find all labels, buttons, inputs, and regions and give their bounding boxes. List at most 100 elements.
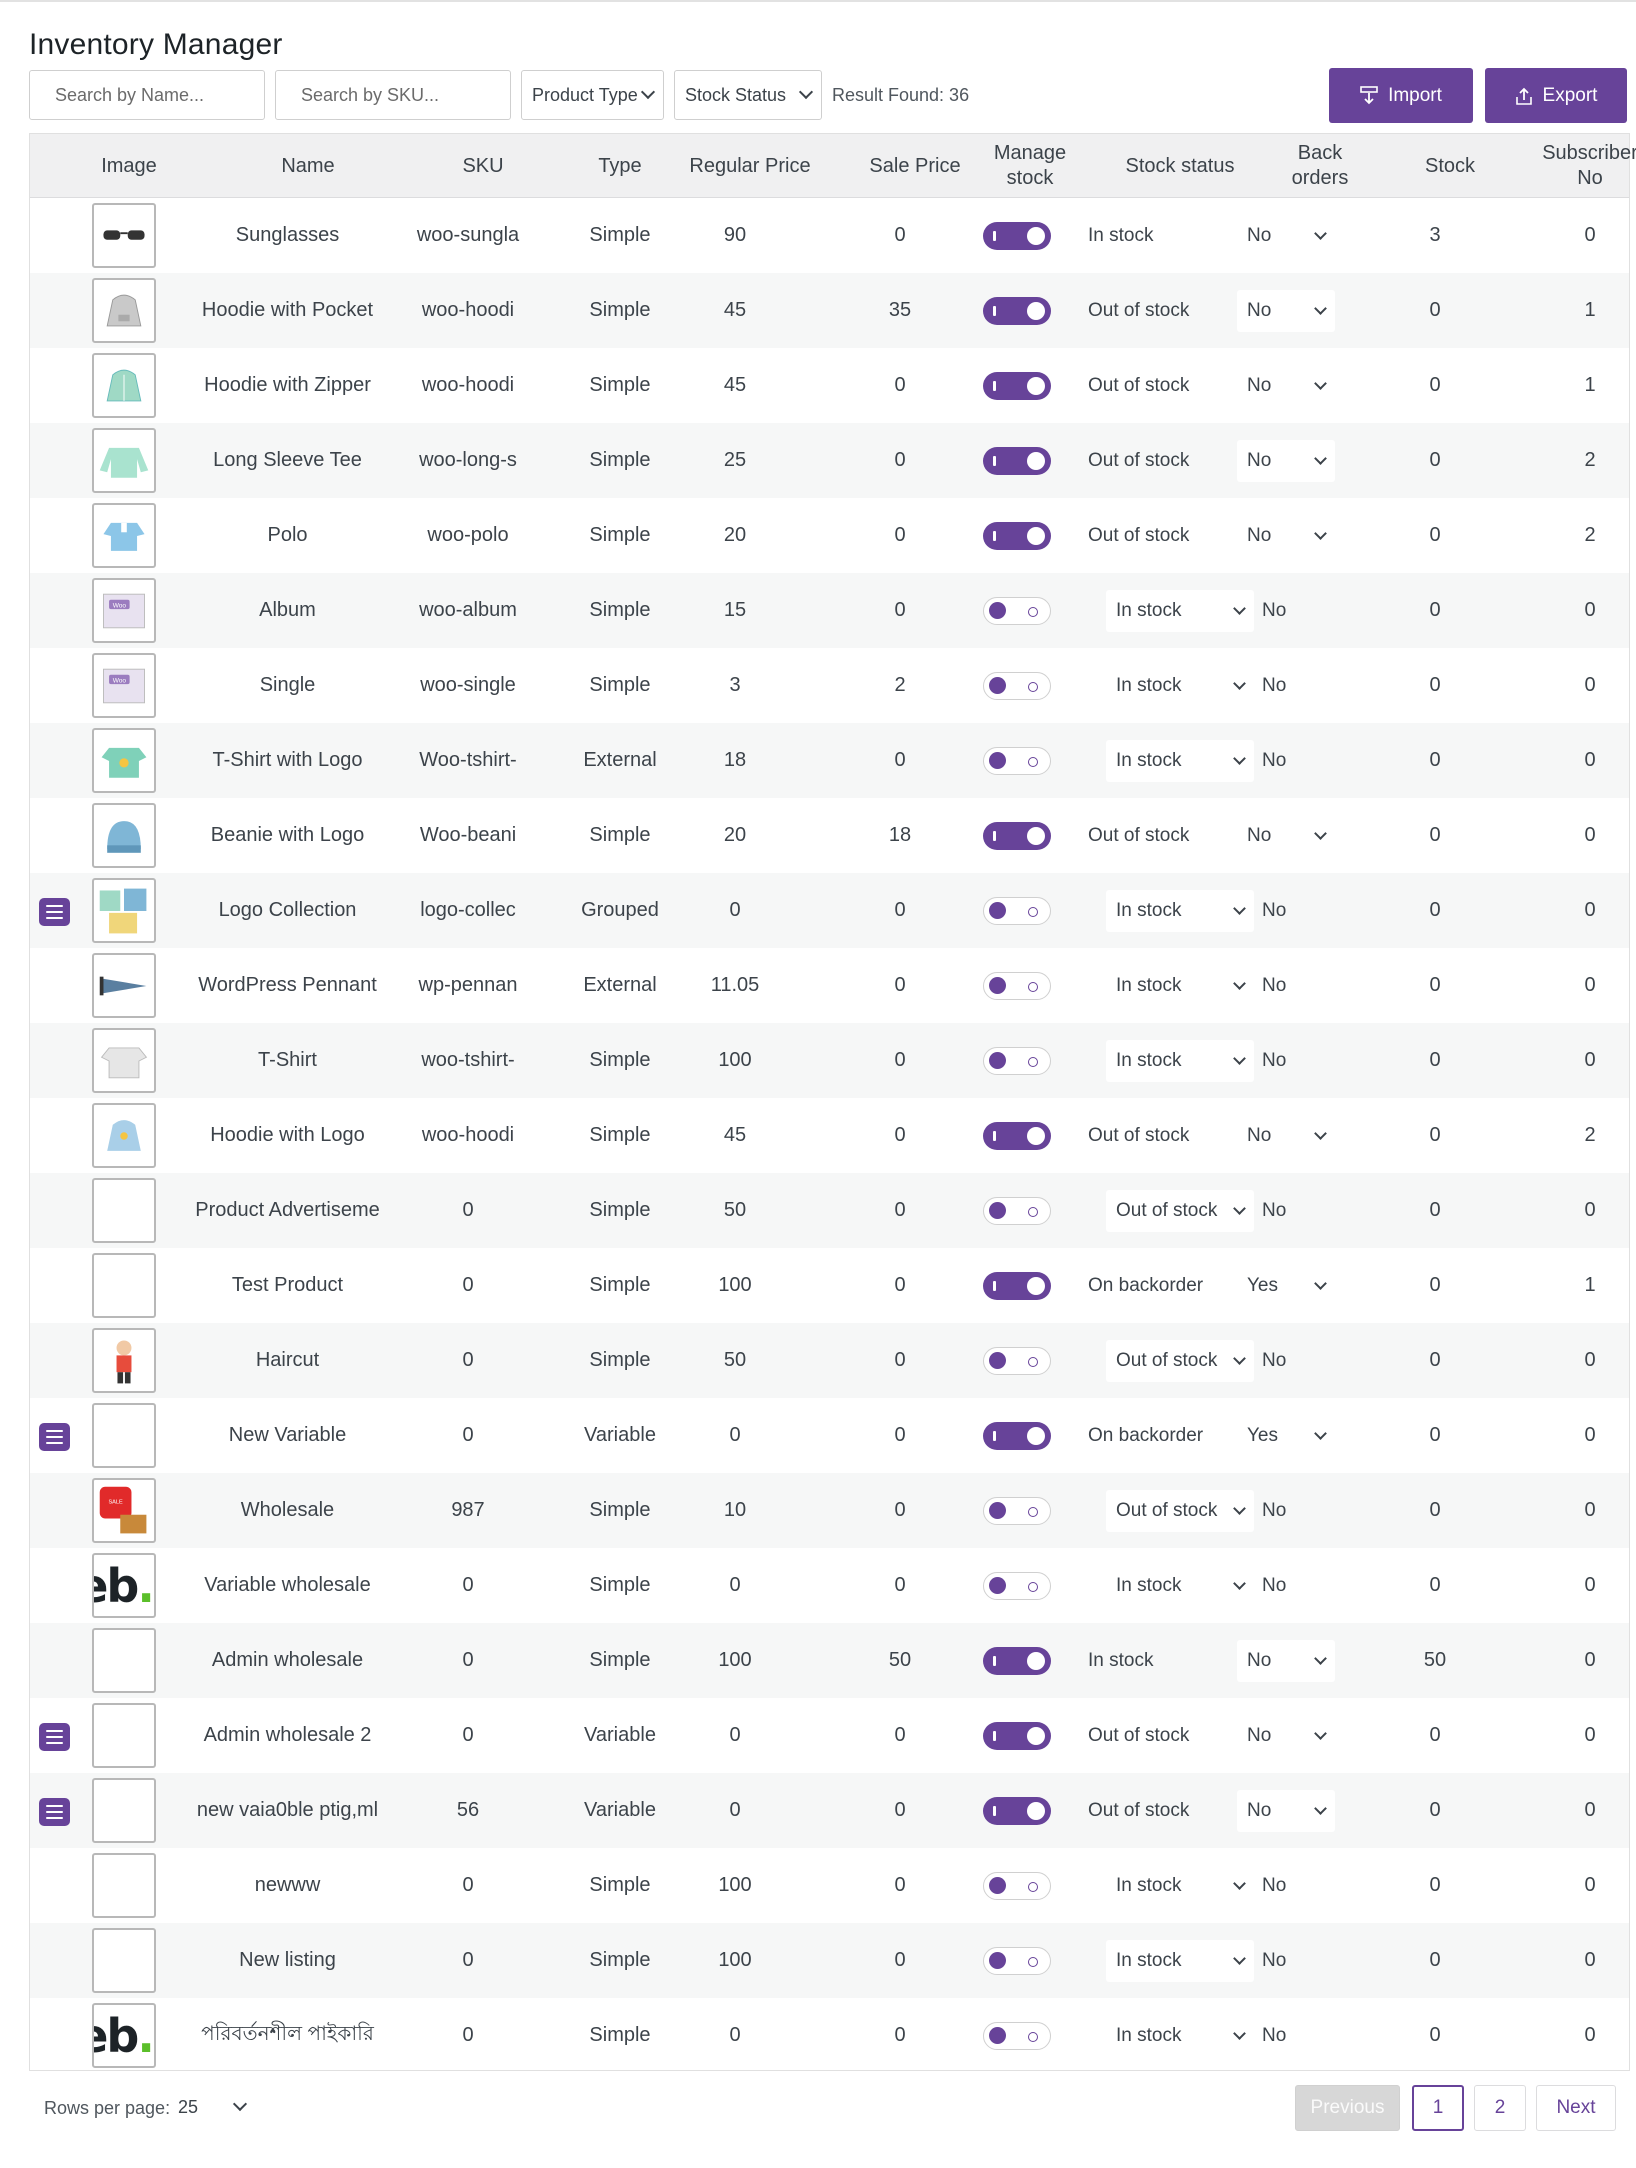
manage-stock-toggle[interactable]	[983, 597, 1051, 625]
subscriber-count: 0	[1584, 1199, 1596, 1221]
stock-status-value: In stock	[1116, 1950, 1182, 1971]
stock-status-text: Out of stock	[1088, 1124, 1190, 1146]
search-name-input[interactable]	[29, 70, 265, 120]
export-button[interactable]: Export	[1485, 68, 1627, 123]
subscriber-count: 0	[1584, 899, 1596, 921]
stock-status-select[interactable]: Out of stock	[1106, 1490, 1254, 1532]
variations-icon[interactable]	[39, 1723, 70, 1751]
chevron-down-icon	[1233, 751, 1246, 765]
product-name: Hoodie with Logo	[210, 1124, 365, 1146]
manage-stock-toggle[interactable]	[983, 297, 1051, 325]
next-page-button[interactable]: Next	[1536, 2085, 1616, 2131]
import-icon	[1360, 85, 1378, 104]
manage-stock-toggle[interactable]	[983, 1422, 1051, 1450]
stock-status-text: Out of stock	[1088, 524, 1190, 546]
backorders-select[interactable]: No	[1237, 1790, 1335, 1832]
stock-status-select[interactable]: Stock Status	[674, 70, 822, 120]
manage-stock-toggle[interactable]	[983, 447, 1051, 475]
stock-status-select[interactable]: Out of stock	[1106, 1190, 1254, 1232]
product-thumbnail	[92, 1403, 156, 1468]
regular-price: 25	[723, 449, 747, 471]
manage-stock-toggle[interactable]	[983, 1272, 1051, 1300]
search-sku-input[interactable]	[275, 70, 511, 120]
chevron-down-icon	[1314, 226, 1327, 240]
backorders-select[interactable]: No	[1237, 1715, 1335, 1757]
manage-stock-toggle[interactable]	[983, 1797, 1051, 1825]
manage-stock-toggle[interactable]	[983, 1872, 1051, 1900]
rows-per-page-select[interactable]: 25	[170, 2086, 255, 2128]
product-sku: 0	[462, 1649, 474, 1671]
stock-status-select[interactable]: In stock	[1106, 2015, 1254, 2057]
manage-stock-toggle[interactable]	[983, 747, 1051, 775]
stock-status-select[interactable]: In stock	[1106, 1565, 1254, 1607]
manage-stock-toggle[interactable]	[983, 672, 1051, 700]
manage-stock-toggle[interactable]	[983, 2022, 1051, 2050]
backorders-select[interactable]: No	[1237, 815, 1335, 857]
subscriber-count: 0	[1584, 1424, 1596, 1446]
backorders-select[interactable]: No	[1237, 1640, 1335, 1682]
manage-stock-toggle[interactable]	[983, 372, 1051, 400]
table-row: Hoodie with Pocket woo-hoodi Simple 45 35 Out…	[30, 273, 1629, 348]
stock-status-select[interactable]: In stock	[1106, 1940, 1254, 1982]
subscriber-count: 0	[1584, 1949, 1596, 1971]
stock-status-select[interactable]: In stock	[1106, 590, 1254, 632]
stock-status-select[interactable]: Out of stock	[1106, 1340, 1254, 1382]
stock-status-select[interactable]: In stock	[1106, 890, 1254, 932]
table-row: Product Advertiseme 0 Simple 50 0 Out of stoc…	[30, 1173, 1629, 1248]
manage-stock-toggle[interactable]	[983, 1647, 1051, 1675]
manage-stock-toggle[interactable]	[983, 822, 1051, 850]
stock-status-select[interactable]: In stock	[1106, 1865, 1254, 1907]
stock-status-text: On backorder	[1088, 1274, 1204, 1296]
subscriber-count: 1	[1584, 299, 1596, 321]
stock-status-text: Out of stock	[1088, 1724, 1190, 1746]
backorders-select[interactable]: No	[1237, 440, 1335, 482]
product-name: Album	[259, 599, 316, 621]
manage-stock-toggle[interactable]	[983, 1497, 1051, 1525]
page-2-button[interactable]: 2	[1474, 2085, 1526, 2131]
product-type-select[interactable]: Product Type	[521, 70, 664, 120]
page-1-button[interactable]: 1	[1412, 2085, 1464, 2131]
backorders-select[interactable]: No	[1237, 515, 1335, 557]
stock-status-select[interactable]: In stock	[1106, 965, 1254, 1007]
backorders-select[interactable]: Yes	[1237, 1415, 1335, 1457]
manage-stock-toggle[interactable]	[983, 1947, 1051, 1975]
subscriber-count: 0	[1584, 599, 1596, 621]
manage-stock-toggle[interactable]	[983, 972, 1051, 1000]
backorders-select[interactable]: No	[1237, 215, 1335, 257]
manage-stock-toggle[interactable]	[983, 1347, 1051, 1375]
backorders-select[interactable]: No	[1237, 290, 1335, 332]
sale-price: 0	[894, 1199, 906, 1221]
manage-stock-toggle[interactable]	[983, 1722, 1051, 1750]
backorders-value: No	[1247, 450, 1272, 471]
sale-price: 0	[894, 1574, 906, 1596]
product-name: New listing	[239, 1949, 336, 1971]
stock-status-select[interactable]: In stock	[1106, 740, 1254, 782]
stock-qty: 0	[1429, 1949, 1441, 1971]
manage-stock-toggle[interactable]	[983, 897, 1051, 925]
stock-status-select[interactable]: In stock	[1106, 665, 1254, 707]
manage-stock-toggle[interactable]	[983, 1047, 1051, 1075]
stock-status-value: In stock	[1116, 1875, 1182, 1896]
manage-stock-toggle[interactable]	[983, 222, 1051, 250]
manage-stock-toggle[interactable]	[983, 1197, 1051, 1225]
variations-icon[interactable]	[39, 898, 70, 926]
table-row: Sunglasses woo-sungla Simple 90 0 In stock No 3…	[30, 198, 1629, 273]
variations-icon[interactable]	[39, 1798, 70, 1826]
previous-page-button[interactable]: Previous	[1295, 2085, 1400, 2131]
backorders-select[interactable]: No	[1237, 365, 1335, 407]
table-row: T-Shirt woo-tshirt- Simple 100 0 In stock No 0 0	[30, 1023, 1629, 1098]
backorders-text: No	[1262, 899, 1287, 921]
backorders-select[interactable]: No	[1237, 1115, 1335, 1157]
backorders-text: No	[1262, 1574, 1287, 1596]
manage-stock-toggle[interactable]	[983, 522, 1051, 550]
table-row: Logo Collection logo-collec Grouped 0 0 In st…	[30, 873, 1629, 948]
backorders-value: No	[1247, 1725, 1272, 1746]
import-button[interactable]: Import	[1329, 68, 1473, 123]
manage-stock-toggle[interactable]	[983, 1572, 1051, 1600]
product-sku: 0	[462, 1949, 474, 1971]
backorders-select[interactable]: Yes	[1237, 1265, 1335, 1307]
backorders-text: No	[1262, 1049, 1287, 1071]
stock-status-select[interactable]: In stock	[1106, 1040, 1254, 1082]
variations-icon[interactable]	[39, 1423, 70, 1451]
manage-stock-toggle[interactable]	[983, 1122, 1051, 1150]
